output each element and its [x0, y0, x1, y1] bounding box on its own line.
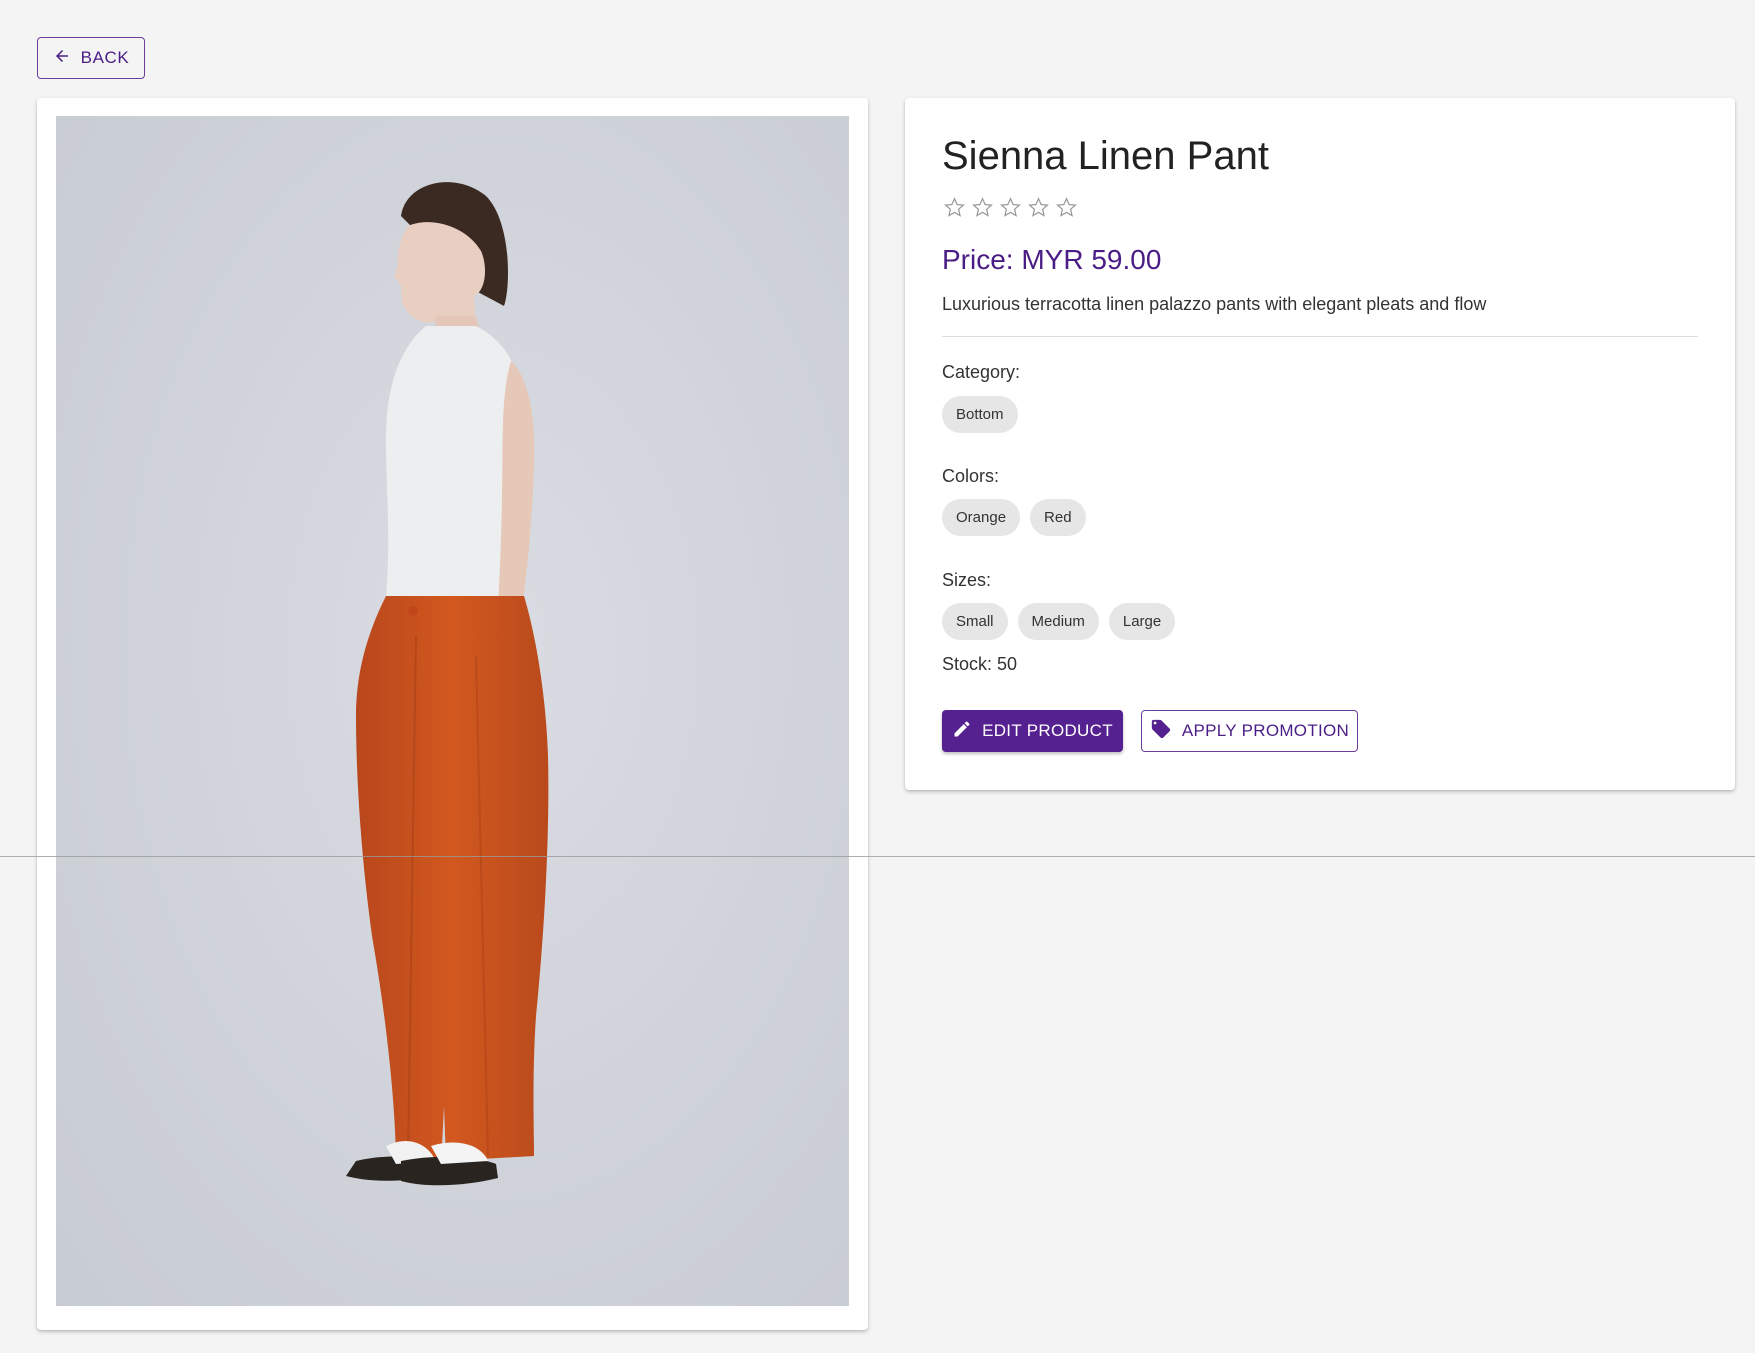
- star-outline-icon[interactable]: [1027, 196, 1050, 219]
- star-outline-icon[interactable]: [1055, 196, 1078, 219]
- size-chip: Small: [942, 603, 1008, 640]
- color-chips: Orange Red: [942, 499, 1086, 536]
- edit-product-label: EDIT PRODUCT: [982, 721, 1113, 740]
- star-outline-icon[interactable]: [943, 196, 966, 219]
- color-chip: Orange: [942, 499, 1021, 536]
- product-detail-page: BACK Sienna Linen Pant Price: MYR 59.00 …: [0, 0, 1755, 1353]
- color-chip: Red: [1030, 499, 1086, 536]
- rating-stars[interactable]: [943, 196, 1078, 219]
- category-chip: Bottom: [942, 396, 1018, 433]
- product-image-card: [37, 98, 868, 1330]
- edit-product-button[interactable]: EDIT PRODUCT: [942, 710, 1123, 752]
- arrow-left-icon: [53, 47, 71, 70]
- colors-label: Colors:: [942, 466, 1000, 486]
- category-chips: Bottom: [942, 396, 1018, 433]
- product-title: Sienna Linen Pant: [942, 134, 1269, 178]
- pencil-icon: [952, 719, 972, 744]
- product-price: Price: MYR 59.00: [942, 244, 1162, 275]
- product-description: Luxurious terracotta linen palazzo pants…: [942, 294, 1487, 314]
- divider-line: [0, 856, 1755, 857]
- divider: [942, 336, 1698, 337]
- back-button-label: BACK: [80, 48, 130, 67]
- apply-promotion-button[interactable]: APPLY PROMOTION: [1141, 710, 1358, 752]
- category-label: Category:: [942, 362, 1021, 382]
- star-outline-icon[interactable]: [999, 196, 1022, 219]
- sizes-label: Sizes:: [942, 570, 992, 590]
- product-details-card: Sienna Linen Pant Price: MYR 59.00 Luxur…: [905, 98, 1735, 790]
- tag-icon: [1150, 718, 1172, 745]
- size-chip: Large: [1108, 603, 1176, 640]
- star-outline-icon[interactable]: [971, 196, 994, 219]
- product-image: [56, 116, 849, 1306]
- stock-text: Stock: 50: [942, 654, 1018, 674]
- apply-promotion-label: APPLY PROMOTION: [1181, 721, 1350, 740]
- back-button[interactable]: BACK: [37, 37, 145, 79]
- size-chips: Small Medium Large: [942, 603, 1176, 640]
- size-chip: Medium: [1017, 603, 1099, 640]
